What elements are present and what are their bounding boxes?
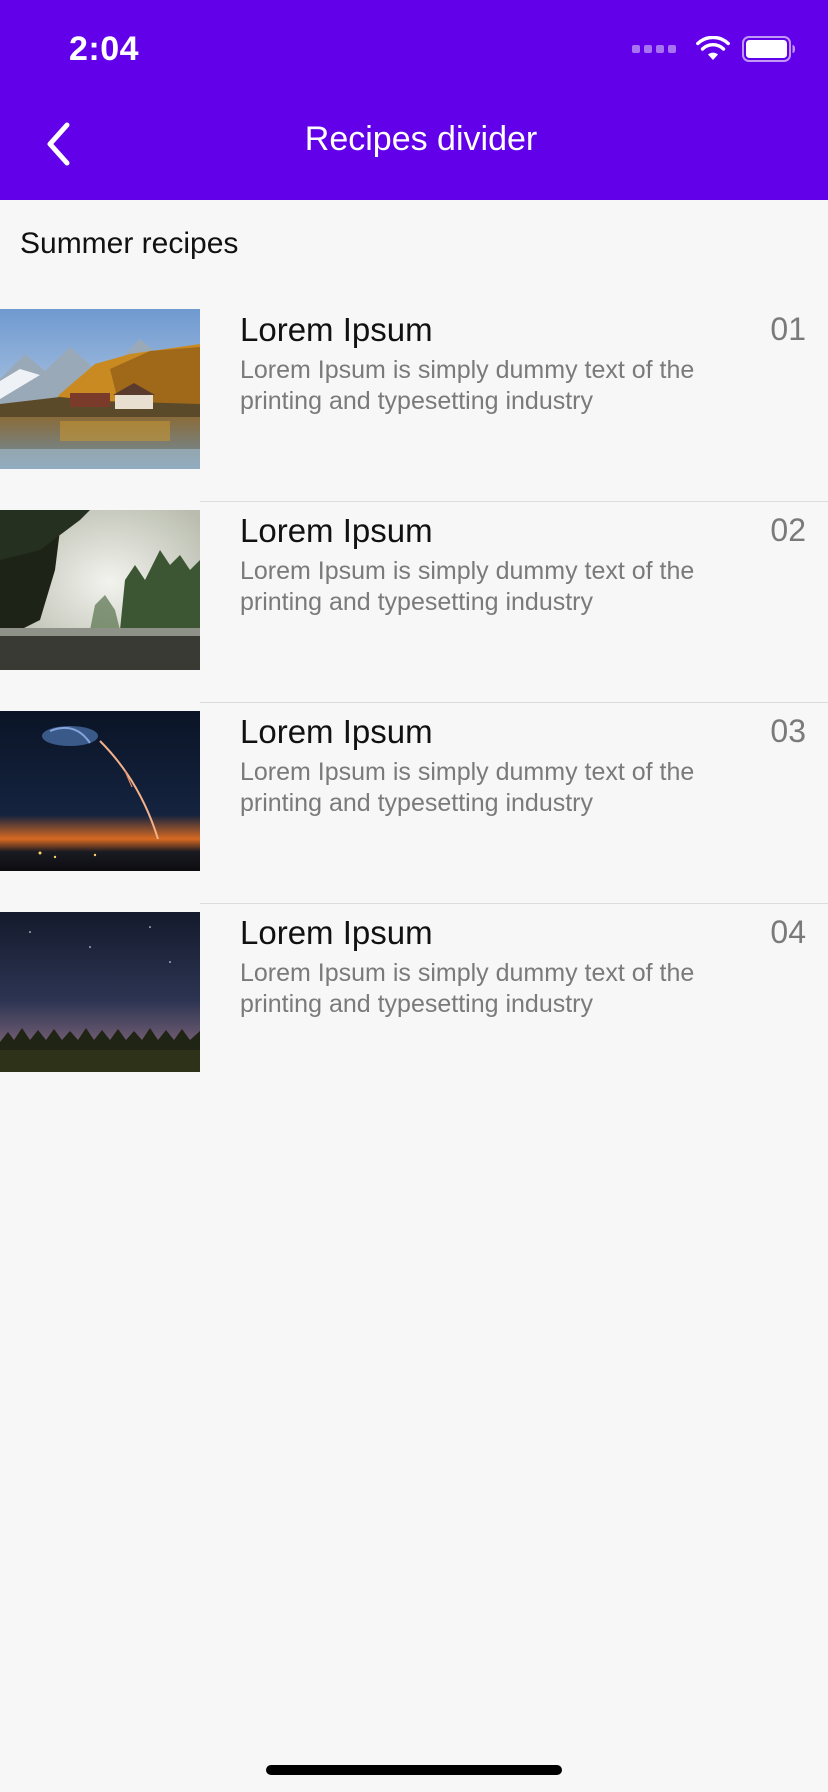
item-description: Lorem Ipsum is simply dummy text of the … (240, 959, 695, 1018)
item-description: Lorem Ipsum is simply dummy text of the … (240, 356, 695, 415)
item-description: Lorem Ipsum is simply dummy text of the … (240, 557, 695, 616)
list-item[interactable]: Lorem Ipsum Lorem Ipsum is simply dummy … (0, 301, 828, 502)
item-title: Lorem Ipsum (240, 311, 433, 348)
item-description: Lorem Ipsum is simply dummy text of the … (240, 758, 695, 817)
thumbnail-image (0, 309, 200, 469)
item-title: Lorem Ipsum (240, 914, 433, 951)
battery-icon (742, 36, 795, 62)
item-number: 03 (770, 713, 806, 749)
item-title: Lorem Ipsum (240, 512, 433, 549)
item-number: 01 (770, 311, 806, 347)
cellular-signal-icon (632, 45, 676, 53)
item-number: 04 (770, 914, 806, 950)
status-time: 2:04 (69, 30, 140, 68)
list-item[interactable]: Lorem Ipsum Lorem Ipsum is simply dummy … (0, 502, 828, 703)
item-number: 02 (770, 512, 806, 548)
item-title: Lorem Ipsum (240, 713, 433, 750)
home-indicator[interactable] (266, 1765, 562, 1775)
thumbnail-image (0, 711, 200, 871)
list-item[interactable]: Lorem Ipsum Lorem Ipsum is simply dummy … (0, 703, 828, 904)
list-item[interactable]: Lorem Ipsum Lorem Ipsum is simply dummy … (0, 904, 828, 1105)
status-icons (632, 34, 796, 64)
app-bar: 2:04 Recipes divider (0, 0, 828, 200)
wifi-icon (696, 36, 730, 60)
thumbnail-image (0, 510, 200, 670)
page-title: Recipes divider (304, 120, 538, 158)
section-header: Summer recipes (20, 227, 239, 260)
recipe-list: Lorem Ipsum Lorem Ipsum is simply dummy … (0, 301, 828, 1105)
thumbnail-image (0, 912, 200, 1072)
